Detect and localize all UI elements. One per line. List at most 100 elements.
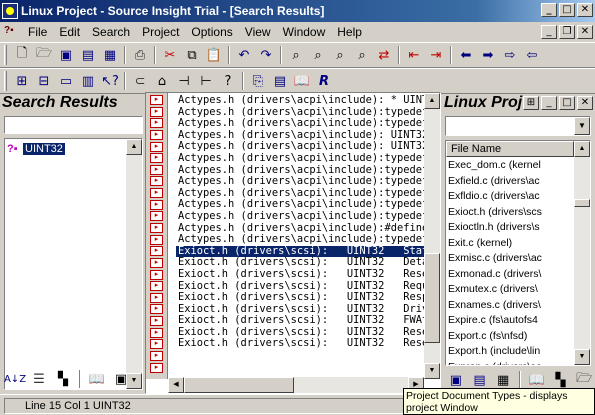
project-window-icon[interactable]: ▤ — [269, 71, 291, 91]
close-button[interactable]: ✕ — [577, 3, 593, 17]
context-help-icon[interactable]: ↖? — [99, 71, 121, 91]
result-marker-icon[interactable]: ▸ — [150, 223, 163, 233]
result-line[interactable]: Exioct.h (drivers\scsi): UINT32 Reserve — [178, 338, 426, 350]
jump-forward-icon[interactable]: ⇥ — [425, 45, 447, 65]
category-icon[interactable]: ▚ — [52, 369, 74, 389]
result-marker-icon[interactable]: ▸ — [150, 142, 163, 152]
doc-close-button[interactable]: ✕ — [577, 25, 593, 39]
selected-result-line[interactable]: Exioct.h (drivers\scsi): UINT32 Status; — [176, 245, 426, 258]
results-horizontal-scrollbar[interactable]: ◀ ▶ — [168, 377, 424, 393]
save-all-icon[interactable]: ▤ — [77, 45, 99, 65]
class-tree-icon[interactable]: ⊢ — [195, 71, 217, 91]
cut-icon[interactable]: ✂ — [159, 45, 181, 65]
toolbar-grip-2[interactable] — [4, 71, 7, 91]
project-file-list[interactable]: File Name Exec_dom.c (kernel Exfield.c (d… — [445, 140, 591, 366]
result-marker-icon[interactable]: ▸ — [150, 270, 163, 280]
scroll-down-arrow-icon[interactable]: ▼ — [574, 349, 590, 365]
panel-pin-icon[interactable]: ⊞ — [523, 96, 539, 110]
result-line[interactable]: Exioct.h (drivers\scsi): UINT32 Reserve — [178, 327, 426, 339]
result-marker-icon[interactable]: ▸ — [150, 107, 163, 117]
result-marker-icon[interactable]: ▸ — [150, 339, 163, 349]
layout-grid-icon[interactable]: ⊞ — [11, 71, 33, 91]
project-file-row[interactable]: Exioctln.h (drivers\s — [448, 220, 574, 236]
project-grid-icon[interactable]: ▦ — [492, 370, 514, 390]
menu-options[interactable]: Options — [185, 25, 238, 39]
project-file-row[interactable]: Exioct.h (drivers\scs — [448, 205, 574, 221]
panel-maximize-button[interactable]: □ — [559, 96, 575, 110]
result-marker-icon[interactable]: ▸ — [150, 153, 163, 163]
scroll-left-arrow-icon[interactable]: ◀ — [168, 377, 184, 393]
document-menu-icon[interactable]: ?▪ — [4, 25, 20, 39]
prev-result-icon[interactable]: ⇦ — [521, 45, 543, 65]
result-marker-icon[interactable]: ▸ — [150, 95, 163, 105]
scroll-up-arrow-icon[interactable]: ▲ — [424, 93, 440, 109]
copy-icon[interactable]: ⧉ — [181, 45, 203, 65]
go-back-icon[interactable]: ⬅ — [455, 45, 477, 65]
redo-icon[interactable]: ↷ — [255, 45, 277, 65]
minimize-button[interactable]: _ — [541, 3, 557, 17]
panel-minimize-button[interactable]: _ — [541, 96, 557, 110]
result-marker-icon[interactable]: ▸ — [150, 316, 163, 326]
refresh-icon[interactable]: R — [313, 71, 335, 91]
next-result-icon[interactable]: ⇨ — [499, 45, 521, 65]
file-name-column-header[interactable]: File Name — [446, 141, 574, 157]
scroll-up-arrow-icon[interactable]: ▲ — [126, 139, 142, 155]
scroll-thumb[interactable] — [424, 253, 440, 343]
symbol-info-icon[interactable]: ? — [217, 71, 239, 91]
menu-window[interactable]: Window — [277, 25, 332, 39]
properties-icon[interactable]: ▣ — [110, 369, 132, 389]
result-line[interactable]: Exioct.h (drivers\scsi): UINT32 DriverAt — [178, 304, 426, 316]
menu-help[interactable]: Help — [331, 25, 368, 39]
call-tree-icon[interactable]: ⊣ — [173, 71, 195, 91]
menu-file[interactable]: File — [22, 25, 53, 39]
hscroll-thumb[interactable] — [184, 377, 294, 393]
go-forward-icon[interactable]: ➡ — [477, 45, 499, 65]
project-file-row[interactable]: Export.c (fs\nfsd) — [448, 329, 574, 345]
project-filter-combo[interactable]: ▼ — [445, 116, 591, 136]
relation-window-icon[interactable]: ⌂ — [151, 71, 173, 91]
list-item[interactable]: ?▪ UINT32 — [7, 141, 65, 156]
project-file-row[interactable]: Exec_dom.c (kernel — [448, 158, 574, 174]
layout-split-icon[interactable]: ⊟ — [33, 71, 55, 91]
link-icon[interactable]: ⊂ — [129, 71, 151, 91]
result-marker-icon[interactable]: ▸ — [150, 304, 163, 314]
result-line[interactable]: Exioct.h (drivers\scsi): UINT32 Request — [178, 281, 426, 293]
result-line[interactable]: Exioct.h (drivers\scsi): UINT32 DetailSt — [178, 257, 426, 269]
project-document-types-icon[interactable]: ▣ — [445, 370, 467, 390]
layout-panels-icon[interactable]: ▥ — [77, 71, 99, 91]
maximize-button[interactable]: □ — [559, 3, 575, 17]
find-files-icon[interactable]: ⌕ — [351, 45, 373, 65]
result-line[interactable]: Exioct.h (drivers\scsi): UINT32 Reserve — [178, 269, 426, 281]
results-vertical-scrollbar[interactable]: ▲ ▼ — [424, 93, 440, 379]
result-line[interactable]: Actypes.h (drivers\acpi\include):typedef… — [178, 211, 426, 223]
project-file-row[interactable]: Exmutex.c (drivers\ — [448, 282, 574, 298]
browse-book-icon[interactable]: 📖 — [86, 369, 108, 389]
doc-minimize-button[interactable]: _ — [541, 25, 557, 39]
find-previous-icon[interactable]: ⌕ — [307, 45, 329, 65]
list-view-icon[interactable]: ☰ — [28, 369, 50, 389]
result-marker-icon[interactable]: ▸ — [150, 246, 163, 256]
save-icon[interactable]: ▣ — [55, 45, 77, 65]
search-list-scrollbar[interactable]: ▲ ▼ — [126, 139, 142, 389]
result-marker-icon[interactable]: ▸ — [150, 281, 163, 291]
result-line[interactable]: Actypes.h (drivers\acpi\include):typedef… — [178, 199, 426, 211]
result-line[interactable]: Actypes.h (drivers\acpi\include):typedef… — [178, 118, 426, 130]
project-book-icon[interactable]: 📖 — [526, 370, 548, 390]
jump-back-icon[interactable]: ⇤ — [403, 45, 425, 65]
project-file-row[interactable]: Exnames.c (drivers\ — [448, 298, 574, 314]
result-line[interactable]: Actypes.h (drivers\acpi\include):typedef… — [178, 176, 426, 188]
project-file-row[interactable]: Export.h (include\lin — [448, 344, 574, 360]
project-file-row[interactable]: Exfield.c (drivers\ac — [448, 174, 574, 190]
project-file-row[interactable]: Exprep.c (drivers\ac — [448, 360, 574, 366]
result-line[interactable]: Actypes.h (drivers\acpi\include):typedef… — [178, 165, 426, 177]
result-marker-icon[interactable]: ▸ — [150, 188, 163, 198]
project-folder-icon[interactable]: 🗁 — [573, 370, 595, 390]
result-line[interactable]: Actypes.h (drivers\acpi\include): UINT32 — [178, 130, 426, 142]
scroll-up-arrow-icon[interactable]: ▲ — [574, 141, 590, 157]
result-marker-icon[interactable]: ▸ — [150, 328, 163, 338]
project-file-row[interactable]: Exit.c (kernel) — [448, 236, 574, 252]
bookmark-icon[interactable]: ⎘ — [247, 71, 269, 91]
result-line[interactable]: Actypes.h (drivers\acpi\include):typedef… — [178, 188, 426, 200]
result-line[interactable]: Exioct.h (drivers\scsi): UINT32 Respons — [178, 292, 426, 304]
find-icon[interactable]: ⌕ — [285, 45, 307, 65]
